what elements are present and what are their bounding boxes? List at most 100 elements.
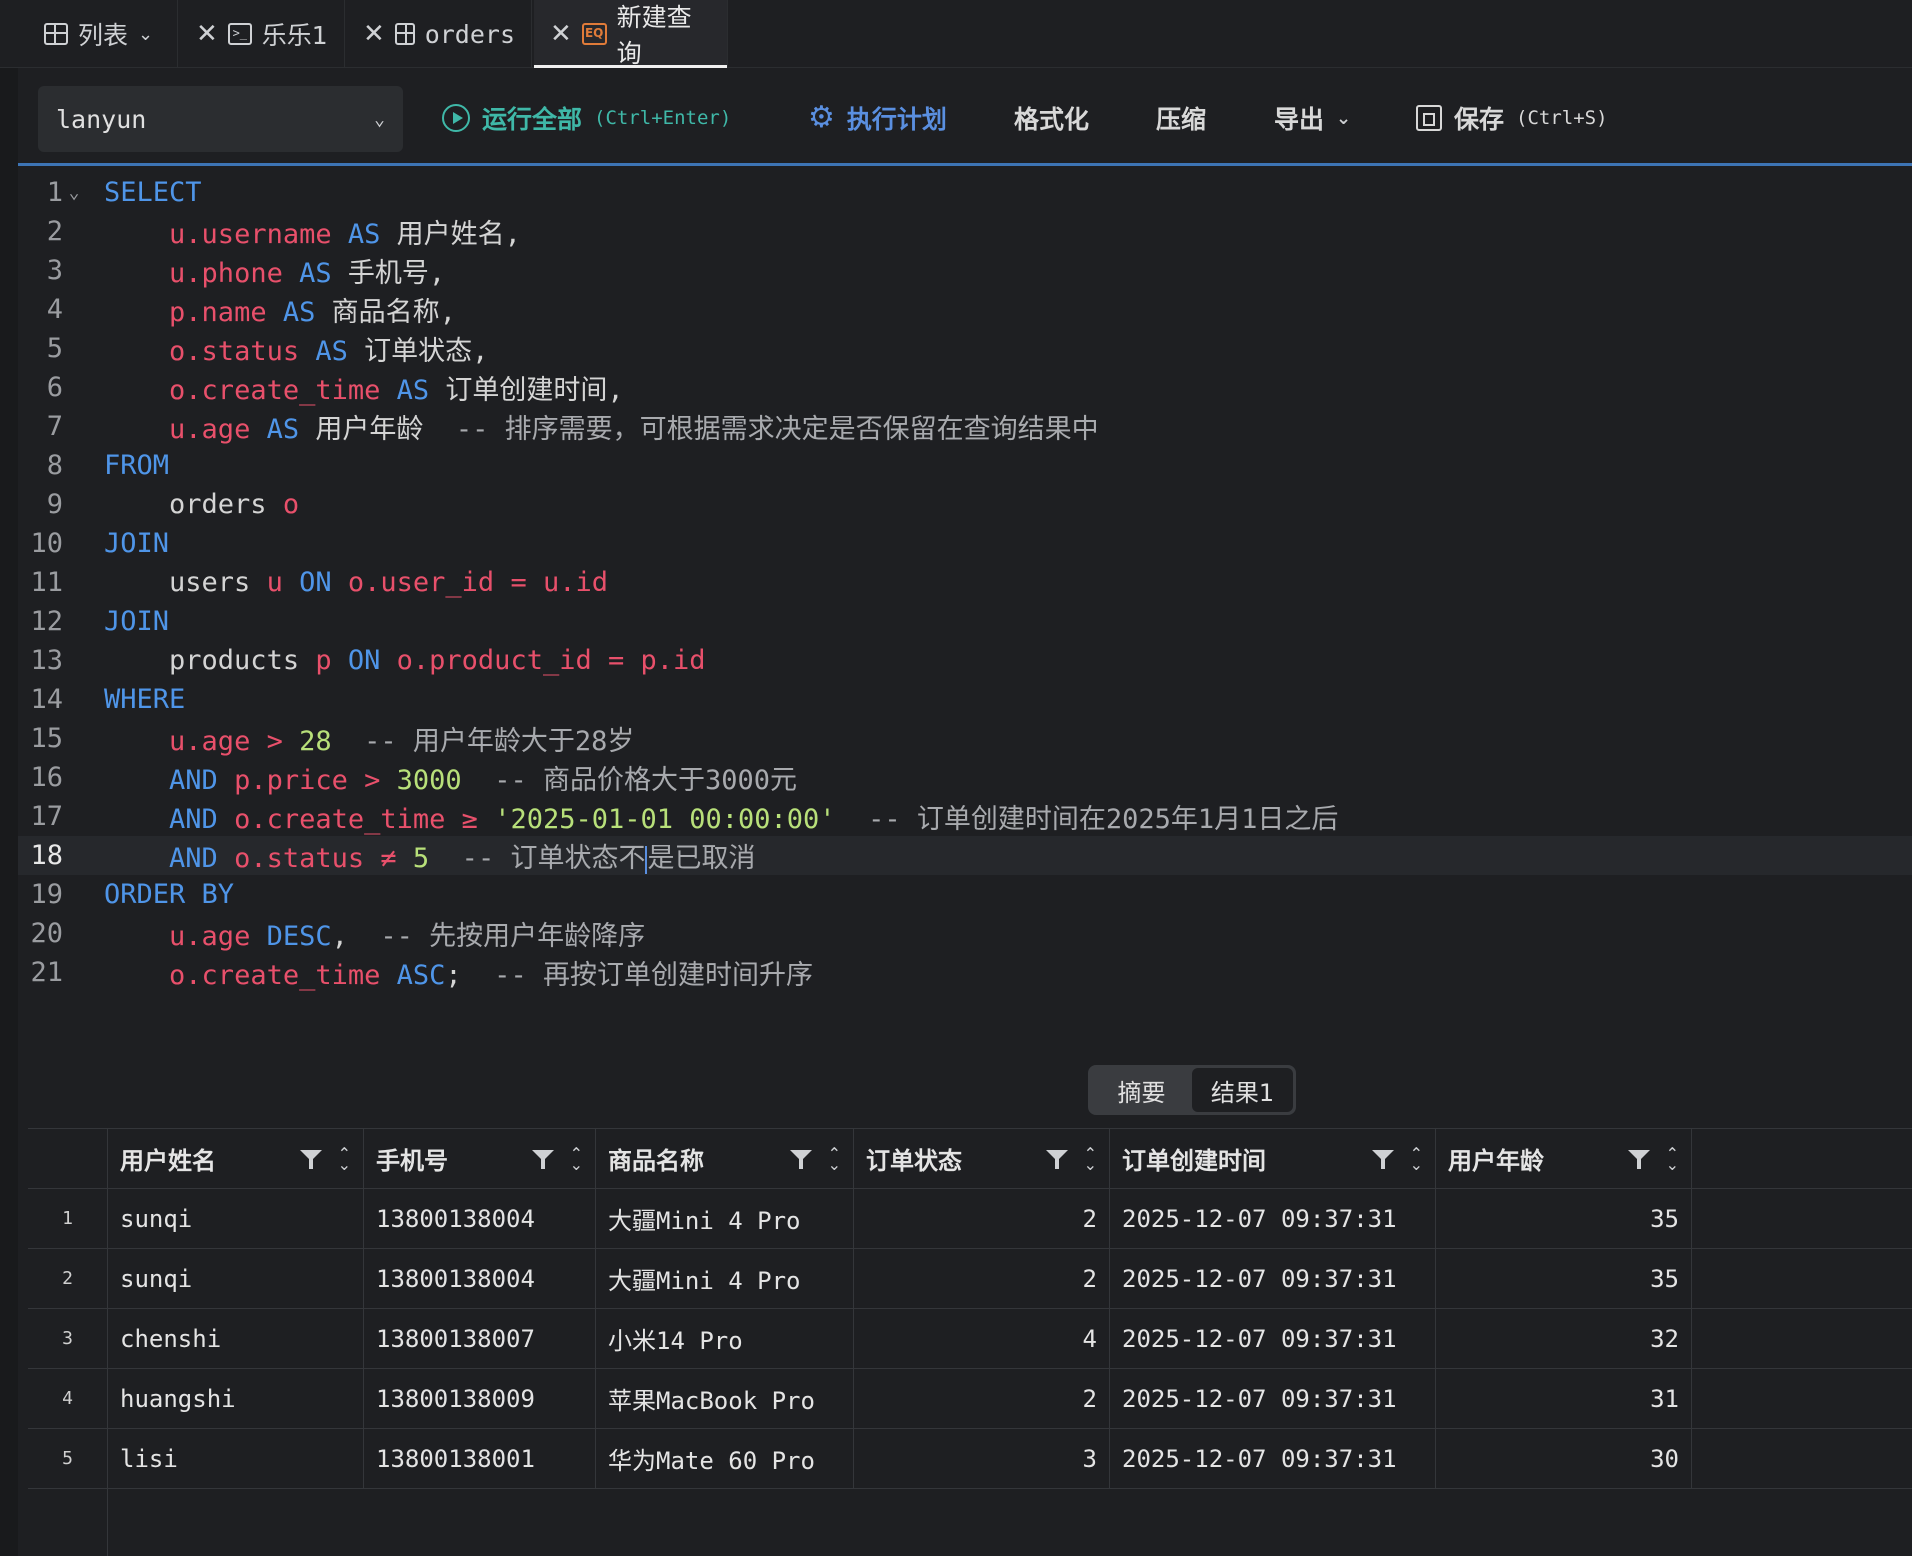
code-line[interactable]: 5 o.status AS 订单状态, [18,329,1912,368]
cell-age[interactable]: 30 [1436,1429,1692,1488]
filter-icon[interactable] [299,1148,322,1170]
column-header-phone[interactable]: 手机号 ⌃ ⌄ [364,1129,596,1188]
keyword: AND [169,804,235,835]
filter-icon[interactable] [1045,1148,1068,1170]
cell-create-time[interactable]: 2025-12-07 09:37:31 [1110,1189,1436,1248]
execution-plan-button[interactable]: ⚙ 执行计划 [808,96,947,140]
code-line[interactable]: 11 users u ON o.user_id = u.id [18,563,1912,602]
tab-summary[interactable]: 摘要 [1091,1068,1192,1112]
cell-status[interactable]: 4 [854,1309,1110,1368]
cell-product[interactable]: 苹果MacBook Pro [596,1369,854,1428]
cell-age[interactable]: 35 [1436,1189,1692,1248]
sort-icon[interactable]: ⌃ ⌄ [828,1145,841,1172]
close-icon[interactable]: ✕ [550,19,572,49]
code-line[interactable]: 8 FROM [18,446,1912,485]
cell-phone[interactable]: 13800138009 [364,1369,596,1428]
column-header-status[interactable]: 订单状态 ⌃ ⌄ [854,1129,1110,1188]
line-number: 2 [46,216,63,247]
filter-icon[interactable] [531,1148,554,1170]
code-line-current[interactable]: 18 AND o.status ≠ 5 -- 订单状态不是已取消 [18,836,1912,875]
cell-username[interactable]: chenshi [108,1309,364,1368]
cell-age[interactable]: 31 [1436,1369,1692,1428]
cell-status[interactable]: 3 [854,1429,1110,1488]
filter-icon[interactable] [1371,1148,1394,1170]
table-row[interactable]: 2 sunqi 13800138004 大疆Mini 4 Pro 2 2025-… [28,1249,1912,1309]
cell-product[interactable]: 大疆Mini 4 Pro [596,1189,854,1248]
terminal-icon: >_ [227,23,252,45]
code-text: FROM [85,450,169,481]
save-button[interactable]: 保存 (Ctrl+S) [1416,96,1608,140]
cell-age[interactable]: 32 [1436,1309,1692,1368]
code-line[interactable]: 19 ORDER BY [18,875,1912,914]
tab-list[interactable]: 列表 ⌄ [28,0,178,68]
code-text: u.phone AS 手机号, [85,251,445,290]
alias: o [396,645,413,676]
column-header-username[interactable]: 用户姓名 ⌃ ⌄ [108,1129,364,1188]
tab-lele1[interactable]: ✕ >_ 乐乐1 [180,0,345,68]
sql-editor[interactable]: 1 ⌄ SELECT 2 u.username AS 用户姓名, 3 u.pho… [18,169,1912,1051]
code-line[interactable]: 1 ⌄ SELECT [18,173,1912,212]
code-line[interactable]: 7 u.age AS 用户年龄 -- 排序需要，可根据需求决定是否保留在查询结果… [18,407,1912,446]
cell-status[interactable]: 2 [854,1249,1110,1308]
close-icon[interactable]: ✕ [196,19,218,49]
cell-create-time[interactable]: 2025-12-07 09:37:31 [1110,1249,1436,1308]
cell-product[interactable]: 小米14 Pro [596,1309,854,1368]
sort-icon[interactable]: ⌃ ⌄ [1084,1145,1097,1172]
code-line[interactable]: 14 WHERE [18,680,1912,719]
column: .age [185,414,251,445]
column-header-age[interactable]: 用户年龄 ⌃ ⌄ [1436,1129,1692,1188]
format-button[interactable]: 格式化 [1014,96,1089,140]
code-line[interactable]: 3 u.phone AS 手机号, [18,251,1912,290]
code-line[interactable]: 21 o.create_time ASC; -- 再按订单创建时间升序 [18,953,1912,992]
code-line[interactable]: 9 orders o [18,485,1912,524]
cell-product[interactable]: 华为Mate 60 Pro [596,1429,854,1488]
column-header-create-time[interactable]: 订单创建时间 ⌃ ⌄ [1110,1129,1436,1188]
sort-icon[interactable]: ⌃ ⌄ [338,1145,351,1172]
cell-username[interactable]: lisi [108,1429,364,1488]
compress-button[interactable]: 压缩 [1156,96,1206,140]
table-row[interactable]: 5 lisi 13800138001 华为Mate 60 Pro 3 2025-… [28,1429,1912,1489]
sort-icon[interactable]: ⌃ ⌄ [1666,1145,1679,1172]
cell-username[interactable]: huangshi [108,1369,364,1428]
cell-username[interactable]: sunqi [108,1249,364,1308]
table-row[interactable]: 4 huangshi 13800138009 苹果MacBook Pro 2 2… [28,1369,1912,1429]
tab-result-1[interactable]: 结果1 [1192,1068,1293,1112]
tab-orders[interactable]: ✕ orders [347,0,532,68]
code-line[interactable]: 13 products p ON o.product_id = p.id [18,641,1912,680]
code-line[interactable]: 15 u.age > 28 -- 用户年龄大于28岁 [18,719,1912,758]
tab-new-query[interactable]: ✕ EQ 新建查询 [534,0,728,68]
cell-status[interactable]: 2 [854,1189,1110,1248]
code-line[interactable]: 6 o.create_time AS 订单创建时间, [18,368,1912,407]
chevron-down-icon[interactable]: ⌄ [138,24,153,45]
code-line[interactable]: 4 p.name AS 商品名称, [18,290,1912,329]
cell-product[interactable]: 大疆Mini 4 Pro [596,1249,854,1308]
cell-create-time[interactable]: 2025-12-07 09:37:31 [1110,1369,1436,1428]
database-select[interactable]: lanyun ⌄ [38,86,403,152]
code-line[interactable]: 12 JOIN [18,602,1912,641]
export-button[interactable]: 导出 ⌄ [1274,96,1351,140]
close-icon[interactable]: ✕ [363,19,385,49]
code-line[interactable]: 20 u.age DESC, -- 先按用户年龄降序 [18,914,1912,953]
cell-create-time[interactable]: 2025-12-07 09:37:31 [1110,1429,1436,1488]
cell-phone[interactable]: 13800138004 [364,1249,596,1308]
cell-phone[interactable]: 13800138004 [364,1189,596,1248]
cell-age[interactable]: 35 [1436,1249,1692,1308]
code-line[interactable]: 17 AND o.create_time ≥ '2025-01-01 00:00… [18,797,1912,836]
column-header-product[interactable]: 商品名称 ⌃ ⌄ [596,1129,854,1188]
cell-create-time[interactable]: 2025-12-07 09:37:31 [1110,1309,1436,1368]
table-row[interactable]: 3 chenshi 13800138007 小米14 Pro 4 2025-12… [28,1309,1912,1369]
cell-username[interactable]: sunqi [108,1189,364,1248]
sort-icon[interactable]: ⌃ ⌄ [1410,1145,1423,1172]
filter-icon[interactable] [1627,1148,1650,1170]
code-line[interactable]: 2 u.username AS 用户姓名, [18,212,1912,251]
run-all-button[interactable]: 运行全部 (Ctrl+Enter) [442,96,731,140]
code-line[interactable]: 16 AND p.price > 3000 -- 商品价格大于3000元 [18,758,1912,797]
cell-phone[interactable]: 13800138007 [364,1309,596,1368]
filter-icon[interactable] [789,1148,812,1170]
fold-chevron-icon[interactable]: ⌄ [63,182,85,203]
code-line[interactable]: 10 JOIN [18,524,1912,563]
table-row[interactable]: 1 sunqi 13800138004 大疆Mini 4 Pro 2 2025-… [28,1189,1912,1249]
cell-status[interactable]: 2 [854,1369,1110,1428]
sort-icon[interactable]: ⌃ ⌄ [570,1145,583,1172]
cell-phone[interactable]: 13800138001 [364,1429,596,1488]
